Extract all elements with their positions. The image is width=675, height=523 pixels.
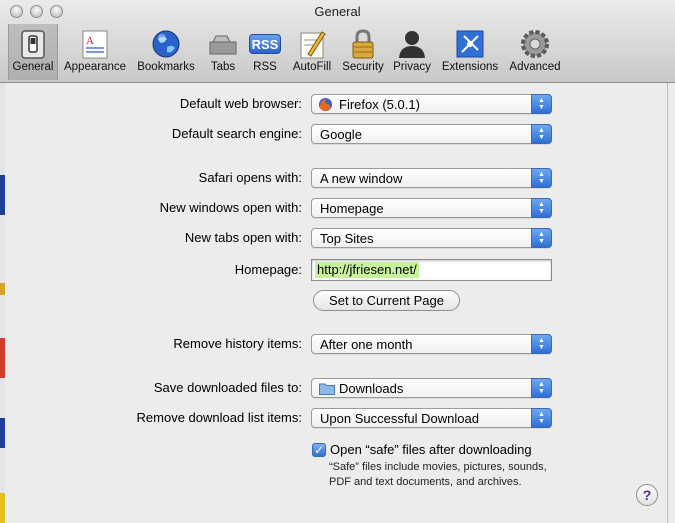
lock-icon xyxy=(352,29,374,59)
globe-icon xyxy=(152,30,180,58)
safari-opens-value: A new window xyxy=(320,171,403,186)
tab-label: AutoFill xyxy=(292,61,332,73)
tab-extensions[interactable]: Extensions xyxy=(438,24,502,80)
tab-autofill[interactable]: AutoFill xyxy=(288,24,336,80)
set-current-page-button[interactable]: Set to Current Page xyxy=(313,290,460,311)
svg-text:A: A xyxy=(86,35,94,47)
popup-arrows-icon: ▲ ▼ xyxy=(531,94,552,114)
search-engine-label: Default search engine: xyxy=(171,126,302,141)
open-safe-files-label[interactable]: Open “safe” files after downloading xyxy=(330,442,532,457)
tabs-icon xyxy=(209,35,237,55)
popup-arrows-icon: ▲ ▼ xyxy=(531,228,552,248)
tab-appearance[interactable]: A Appearance xyxy=(62,24,128,80)
person-silhouette-icon xyxy=(399,31,425,58)
extensions-icon xyxy=(456,30,484,58)
folder-icon xyxy=(319,383,335,395)
new-windows-label: New windows open with: xyxy=(159,200,302,215)
tab-label: Privacy xyxy=(393,61,431,73)
popup-arrows-icon: ▲ ▼ xyxy=(531,334,552,354)
tab-rss[interactable]: RSS RSS xyxy=(246,24,284,80)
popup-arrows-icon: ▲ ▼ xyxy=(531,378,552,398)
homepage-value: http://jfriesen.net/ xyxy=(315,262,419,278)
remove-history-value: After one month xyxy=(320,337,413,352)
search-engine-value: Google xyxy=(320,127,362,142)
safari-opens-popup[interactable]: A new window ▲ ▼ xyxy=(311,168,552,188)
homepage-label: Homepage: xyxy=(234,262,302,277)
open-safe-files-checkbox[interactable]: ✓ xyxy=(312,443,326,457)
rss-badge-text: RSS xyxy=(251,37,279,52)
help-button[interactable]: ? xyxy=(636,484,658,506)
save-downloads-popup[interactable]: Downloads ▲ ▼ xyxy=(311,378,552,398)
autofill-pencil-icon xyxy=(300,31,326,59)
tab-label: Tabs xyxy=(210,61,236,73)
tab-label: Appearance xyxy=(63,61,127,73)
gear-icon xyxy=(521,30,549,58)
tab-privacy[interactable]: Privacy xyxy=(390,24,434,80)
new-windows-value: Homepage xyxy=(320,201,384,216)
new-tabs-popup[interactable]: Top Sites ▲ ▼ xyxy=(311,228,552,248)
safe-files-note: PDF and text documents, and archives. xyxy=(329,476,522,488)
tab-tabs[interactable]: Tabs xyxy=(204,24,242,80)
search-engine-popup[interactable]: Google ▲ ▼ xyxy=(311,124,552,144)
default-browser-popup[interactable]: Firefox (5.0.1) ▲ ▼ xyxy=(311,94,552,114)
tab-label: RSS xyxy=(253,61,277,73)
tab-label: General xyxy=(12,61,54,73)
new-tabs-label: New tabs open with: xyxy=(184,230,302,245)
general-switch-icon xyxy=(21,30,45,59)
popup-arrows-icon: ▲ ▼ xyxy=(531,124,552,144)
save-downloads-label: Save downloaded files to: xyxy=(153,380,302,395)
remove-downloads-value: Upon Successful Download xyxy=(320,411,479,426)
new-tabs-value: Top Sites xyxy=(320,231,374,246)
checkmark-icon: ✓ xyxy=(313,443,325,457)
default-browser-label: Default web browser: xyxy=(179,96,302,111)
safe-files-note: “Safe” files include movies, pictures, s… xyxy=(329,461,547,473)
tab-label: Security xyxy=(342,61,384,73)
background-window-edge xyxy=(667,83,675,523)
save-downloads-value: Downloads xyxy=(339,381,404,396)
title-toolbar: General General A Appearance Bookmarks T… xyxy=(0,0,675,83)
popup-arrows-icon: ▲ ▼ xyxy=(531,168,552,188)
safari-opens-label: Safari opens with: xyxy=(198,170,302,185)
window-title: General xyxy=(314,4,361,19)
safari-preferences-window: General General A Appearance Bookmarks T… xyxy=(0,0,675,523)
popup-arrows-icon: ▲ ▼ xyxy=(531,198,552,218)
remove-downloads-popup[interactable]: Upon Successful Download ▲ ▼ xyxy=(311,408,552,428)
tab-label: Extensions xyxy=(441,61,499,73)
appearance-icon: A xyxy=(82,30,108,59)
remove-history-label: Remove history items: xyxy=(173,336,302,351)
remove-downloads-label: Remove download list items: xyxy=(136,410,302,425)
homepage-input[interactable]: http://jfriesen.net/ xyxy=(311,259,552,281)
tab-advanced[interactable]: Advanced xyxy=(506,24,564,80)
remove-history-popup[interactable]: After one month ▲ ▼ xyxy=(311,334,552,354)
popup-arrows-icon: ▲ ▼ xyxy=(531,408,552,428)
tab-label: Advanced xyxy=(509,61,561,73)
tab-label: Bookmarks xyxy=(137,61,195,73)
new-windows-popup[interactable]: Homepage ▲ ▼ xyxy=(311,198,552,218)
firefox-icon xyxy=(318,97,333,112)
tab-security[interactable]: Security xyxy=(340,24,386,80)
default-browser-value: Firefox (5.0.1) xyxy=(339,97,420,112)
rss-icon: RSS xyxy=(249,34,281,54)
tab-general[interactable]: General xyxy=(8,24,58,80)
tab-bookmarks[interactable]: Bookmarks xyxy=(134,24,198,80)
